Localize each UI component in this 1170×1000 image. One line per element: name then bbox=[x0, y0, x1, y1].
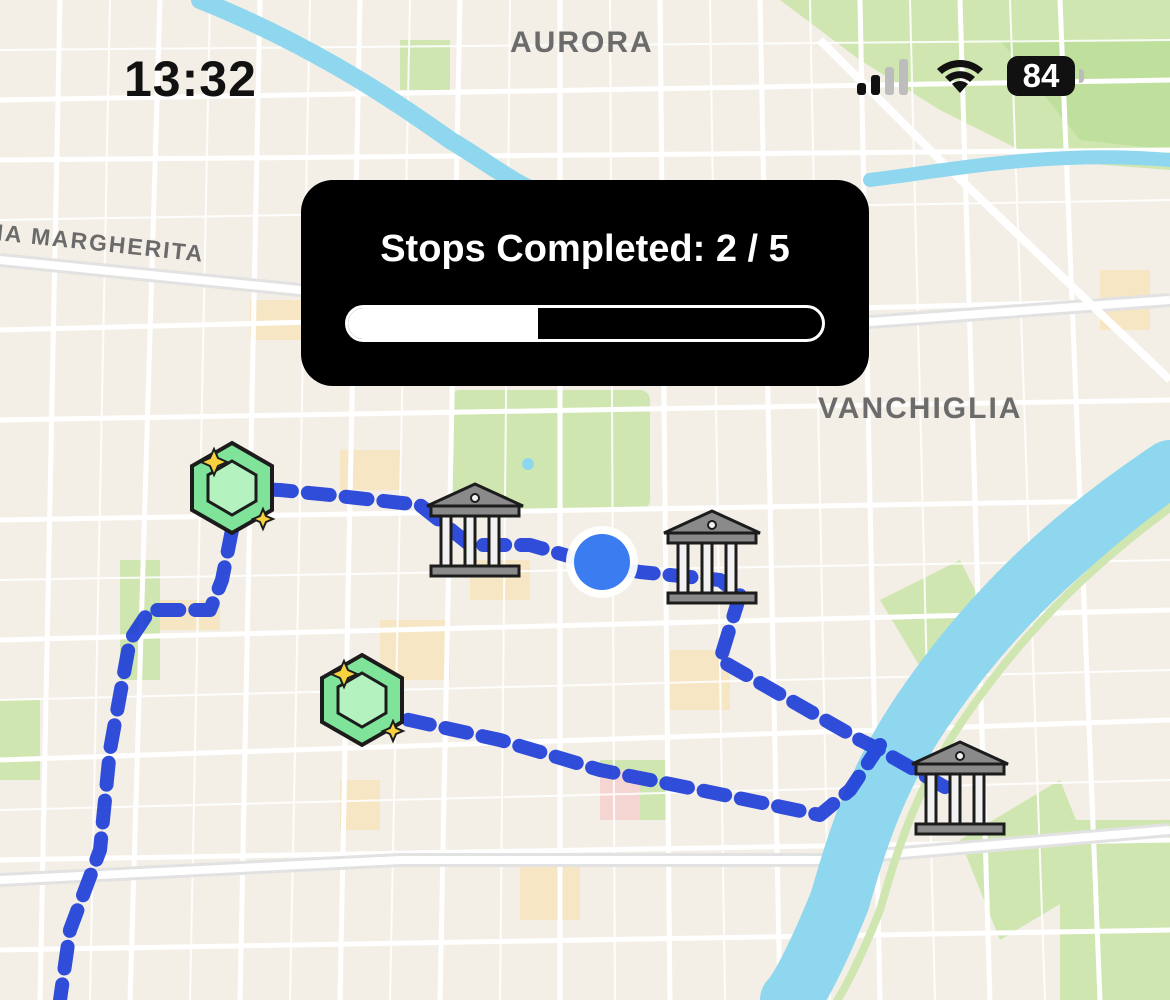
map-screen: AURORA VANCHIGLIA NA MARGHERITA 13:32 84… bbox=[0, 0, 1170, 1000]
stops-completed-label: Stops Completed: 2 / 5 bbox=[380, 228, 790, 270]
battery-level: 84 bbox=[1022, 57, 1060, 94]
battery-icon: 84 bbox=[1007, 56, 1084, 96]
wifi-icon bbox=[937, 60, 983, 93]
area-label-vanchiglia: VANCHIGLIA bbox=[818, 392, 1023, 425]
stops-progress-card: Stops Completed: 2 / 5 bbox=[301, 180, 869, 386]
current-location-icon bbox=[566, 526, 638, 598]
area-label-aurora: AURORA bbox=[510, 26, 654, 59]
status-time: 13:32 bbox=[124, 51, 257, 107]
cellular-signal-icon bbox=[857, 59, 908, 95]
stops-progress-fill bbox=[348, 308, 538, 339]
city-map[interactable] bbox=[0, 0, 1170, 1000]
status-icons: 84 bbox=[855, 56, 1084, 96]
stops-progress-bar bbox=[345, 305, 825, 342]
